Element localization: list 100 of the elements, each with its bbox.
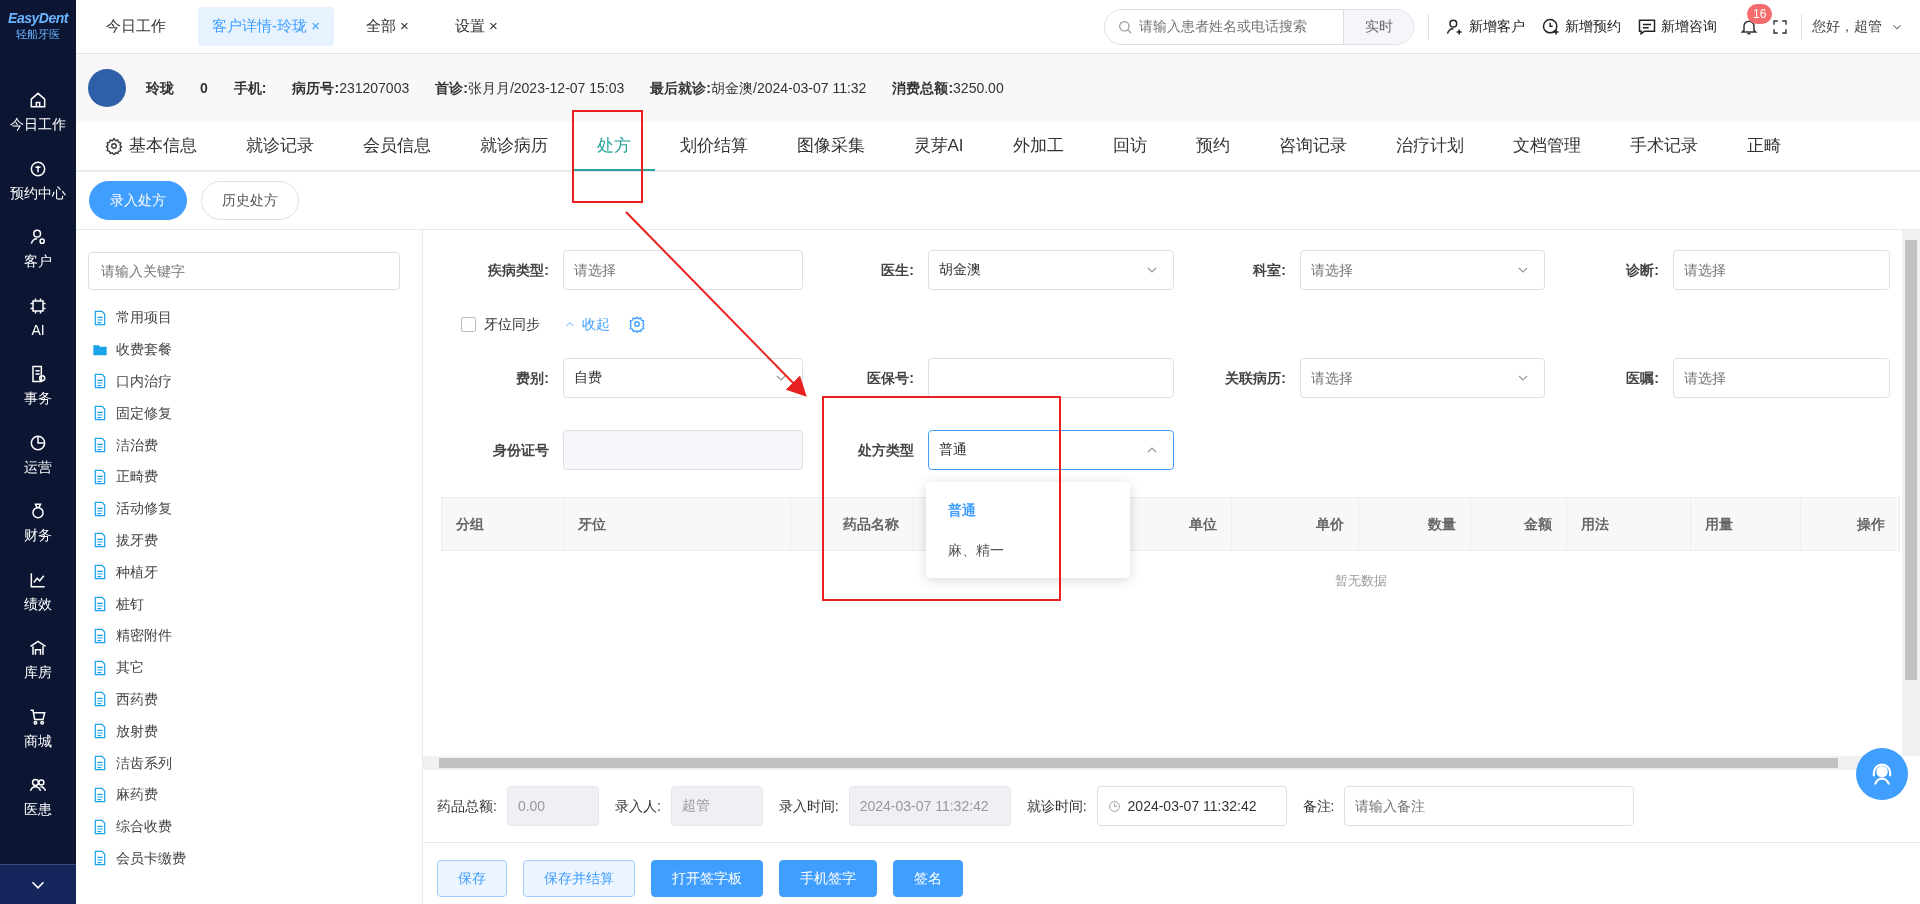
file-icon xyxy=(92,405,108,422)
tree-item[interactable]: 桩钉 xyxy=(88,588,410,620)
search-icon xyxy=(1117,18,1133,35)
support-button[interactable] xyxy=(1856,748,1908,800)
select-field[interactable]: 请选择 xyxy=(1300,358,1545,398)
column-header: 药品名称 xyxy=(843,514,899,534)
file-icon xyxy=(92,691,108,708)
field-label: 身份证号 xyxy=(493,441,549,458)
field-label: 医保号: xyxy=(867,369,914,386)
nav-item[interactable]: 预约中心 xyxy=(0,146,76,215)
field-label: 医嘱: xyxy=(1626,369,1659,386)
record-tab[interactable]: 就诊记录 xyxy=(221,123,338,171)
input-field[interactable] xyxy=(928,358,1174,398)
user-greeting[interactable]: 您好，超管 xyxy=(1812,16,1882,37)
tree-item[interactable]: 固定修复 xyxy=(88,397,410,430)
column-header: 数量 xyxy=(1428,514,1456,534)
input-field[interactable]: 2024-03-07 11:32:42 xyxy=(1096,786,1287,826)
column-header: 金额 xyxy=(1524,514,1552,534)
record-tab[interactable]: 文档管理 xyxy=(1488,123,1606,171)
select-field[interactable]: 普通 xyxy=(928,430,1174,470)
tree-item[interactable]: 活动修复 xyxy=(88,492,410,525)
dropdown-option[interactable]: 麻、精一 xyxy=(926,530,1130,570)
toolbar-action[interactable]: 新增客户 xyxy=(1445,16,1525,37)
scroll-thumb[interactable] xyxy=(1905,240,1917,680)
input-field[interactable]: 请选择 xyxy=(1673,358,1890,398)
nav-item[interactable]: 库房 xyxy=(0,626,76,695)
file-icon xyxy=(92,818,108,835)
tree-item[interactable]: 放射费 xyxy=(88,715,410,748)
page-tab[interactable]: 今日工作 xyxy=(92,7,180,46)
column-header: 用法 xyxy=(1581,514,1609,534)
patient-info: 最后就诊:胡金澳/2024-03-07 11:32 xyxy=(650,78,867,98)
select-field[interactable]: 请选择 xyxy=(1300,250,1545,290)
vertical-scrollbar[interactable] xyxy=(1902,230,1920,756)
tree-item[interactable]: 综合收费 xyxy=(88,810,410,843)
record-tab[interactable]: 正畸 xyxy=(1722,123,1806,171)
field-label: 录入人: xyxy=(614,796,661,816)
page-tab[interactable]: 设置 × xyxy=(440,7,512,46)
fullscreen-icon[interactable] xyxy=(1771,17,1789,36)
tree-item[interactable]: 收费套餐 xyxy=(88,333,410,366)
record-tab[interactable]: 咨询记录 xyxy=(1254,123,1372,171)
patient-info: 病历号:231207003 xyxy=(292,78,410,98)
field-label: 科室: xyxy=(1253,261,1286,278)
input-field[interactable]: 请输入备注 xyxy=(1344,786,1635,826)
tree-item[interactable]: 种植牙 xyxy=(88,556,410,589)
record-tab[interactable]: 就诊病历 xyxy=(455,123,572,171)
nav-item[interactable]: AI xyxy=(0,283,76,352)
column-header: 操作 xyxy=(1857,514,1885,534)
tree-item[interactable]: 口内治疗 xyxy=(88,365,410,398)
scroll-thumb[interactable] xyxy=(439,758,1838,768)
toolbar-action[interactable]: 新增预约 xyxy=(1541,16,1621,37)
tree-item[interactable]: 西药费 xyxy=(88,683,410,716)
record-tab[interactable]: 手术记录 xyxy=(1605,123,1723,171)
page-tab[interactable]: 全部 × xyxy=(351,7,423,46)
record-tab[interactable]: 回访 xyxy=(1088,123,1172,171)
record-tab[interactable]: 划价结算 xyxy=(655,123,772,171)
column-header: 用量 xyxy=(1705,514,1733,534)
tree-item[interactable]: 正畸费 xyxy=(88,461,410,493)
tree-item[interactable]: 其它 xyxy=(88,651,410,684)
clock-icon xyxy=(1107,800,1121,813)
file-icon xyxy=(92,627,108,644)
record-tab[interactable]: 预约 xyxy=(1171,123,1255,171)
tree-item[interactable]: 精密附件 xyxy=(88,619,410,652)
tree-item[interactable]: 麻药费 xyxy=(88,778,410,811)
nav-item[interactable]: 绩效 xyxy=(0,557,76,626)
nav-item[interactable]: 运营 xyxy=(0,420,76,489)
tree-item[interactable]: 会员卡缴费 xyxy=(88,842,410,875)
logo-subtitle: 轻船牙医 xyxy=(16,27,60,43)
record-tab[interactable]: 会员信息 xyxy=(338,123,455,171)
nav-item[interactable]: 客户 xyxy=(0,215,76,284)
notification-count: 16 xyxy=(1747,3,1773,24)
file-icon xyxy=(92,468,108,485)
keyword-field[interactable]: 请输入关键字 xyxy=(88,252,400,290)
tree-item[interactable]: 洁治费 xyxy=(88,429,410,461)
column-header: 牙位 xyxy=(578,514,606,534)
tree-item[interactable]: 拔牙费 xyxy=(88,524,410,557)
field-label: 医生: xyxy=(881,261,914,278)
select-field[interactable]: 胡金澳 xyxy=(928,250,1174,290)
file-icon xyxy=(92,659,108,676)
nav-item[interactable]: 事务 xyxy=(0,352,76,421)
settings-icon[interactable] xyxy=(628,315,646,333)
record-tab[interactable]: 图像采集 xyxy=(772,123,889,171)
record-tab[interactable]: 治疗计划 xyxy=(1371,123,1489,171)
toolbar-action[interactable]: 新增咨询 xyxy=(1637,16,1717,37)
record-tab[interactable]: 外加工 xyxy=(988,123,1089,171)
nav-item[interactable]: 医患 xyxy=(0,763,76,832)
input-field[interactable]: 请选择 xyxy=(563,250,803,290)
record-tab[interactable]: 灵芽AI xyxy=(889,123,989,171)
field-label: 就诊时间: xyxy=(1026,796,1087,816)
tree-item[interactable]: 洁齿系列 xyxy=(88,747,410,779)
nav-item[interactable]: 今日工作 xyxy=(0,78,76,147)
checkbox[interactable] xyxy=(461,316,476,332)
record-tab[interactable]: 基本信息 xyxy=(80,123,221,171)
nav-item[interactable]: 财务 xyxy=(0,489,76,558)
file-icon xyxy=(92,500,108,517)
tree-item[interactable]: 常用项目 xyxy=(88,302,410,334)
select-field[interactable]: 自费 xyxy=(563,358,803,398)
nav-item[interactable]: 商城 xyxy=(0,694,76,763)
sub-tab[interactable]: 历史处方 xyxy=(201,181,299,220)
input-field[interactable]: 请选择 xyxy=(1673,250,1890,290)
search-mode-button[interactable]: 实时 xyxy=(1343,9,1413,44)
